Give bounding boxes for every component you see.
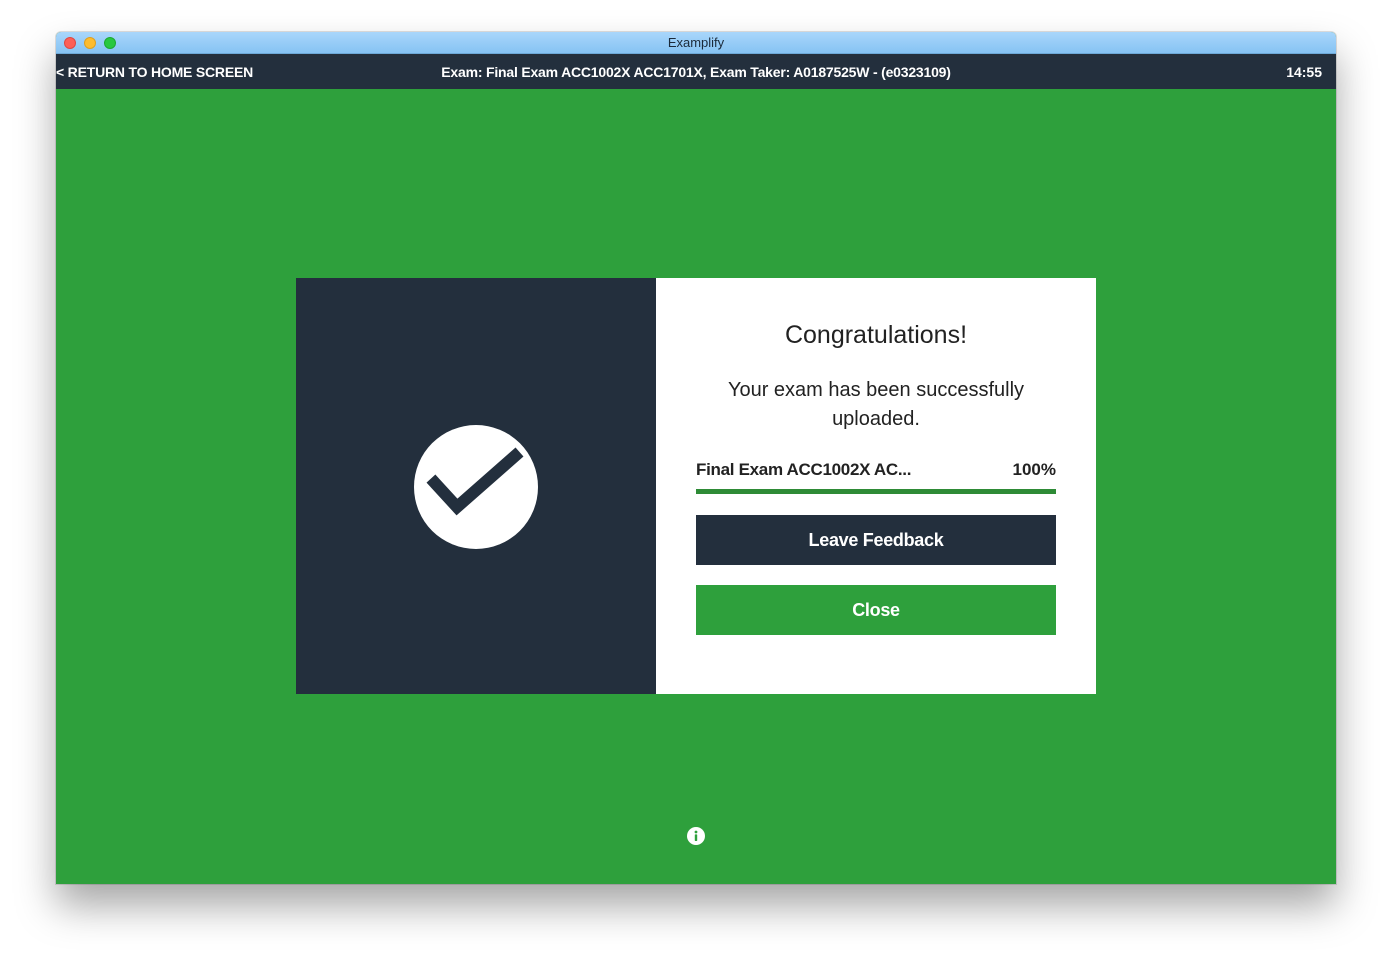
checkmark-circle-icon (414, 425, 538, 549)
exam-header-bar: < RETURN TO HOME SCREEN Exam: Final Exam… (56, 54, 1336, 89)
dialog-message: Your exam has been successfully uploaded… (727, 379, 1025, 430)
dialog-content-panel: Congratulations! Your exam has been succ… (656, 278, 1096, 694)
checkmark-icon (426, 447, 524, 516)
exam-clock: 14:55 (1286, 64, 1322, 80)
info-icon[interactable] (687, 827, 705, 845)
upload-file-name: Final Exam ACC1002X AC... (696, 460, 912, 479)
dialog-status-panel (296, 278, 656, 694)
app-window: Examplify < RETURN TO HOME SCREEN Exam: … (56, 32, 1336, 884)
dialog-heading: Congratulations! (784, 321, 968, 349)
exam-info-text: Exam: Final Exam ACC1002X ACC1701X, Exam… (441, 64, 951, 80)
upload-progress-bar (696, 489, 1056, 494)
upload-progress-fill (696, 489, 1056, 494)
window-title: Examplify (667, 35, 725, 50)
close-button[interactable]: Close (696, 585, 1056, 635)
upload-percent: 100% (1012, 460, 1056, 479)
upload-success-dialog: Congratulations! Your exam has been succ… (296, 278, 1096, 694)
window-titlebar: Examplify (56, 32, 1336, 54)
leave-feedback-button[interactable]: Leave Feedback (696, 515, 1056, 565)
